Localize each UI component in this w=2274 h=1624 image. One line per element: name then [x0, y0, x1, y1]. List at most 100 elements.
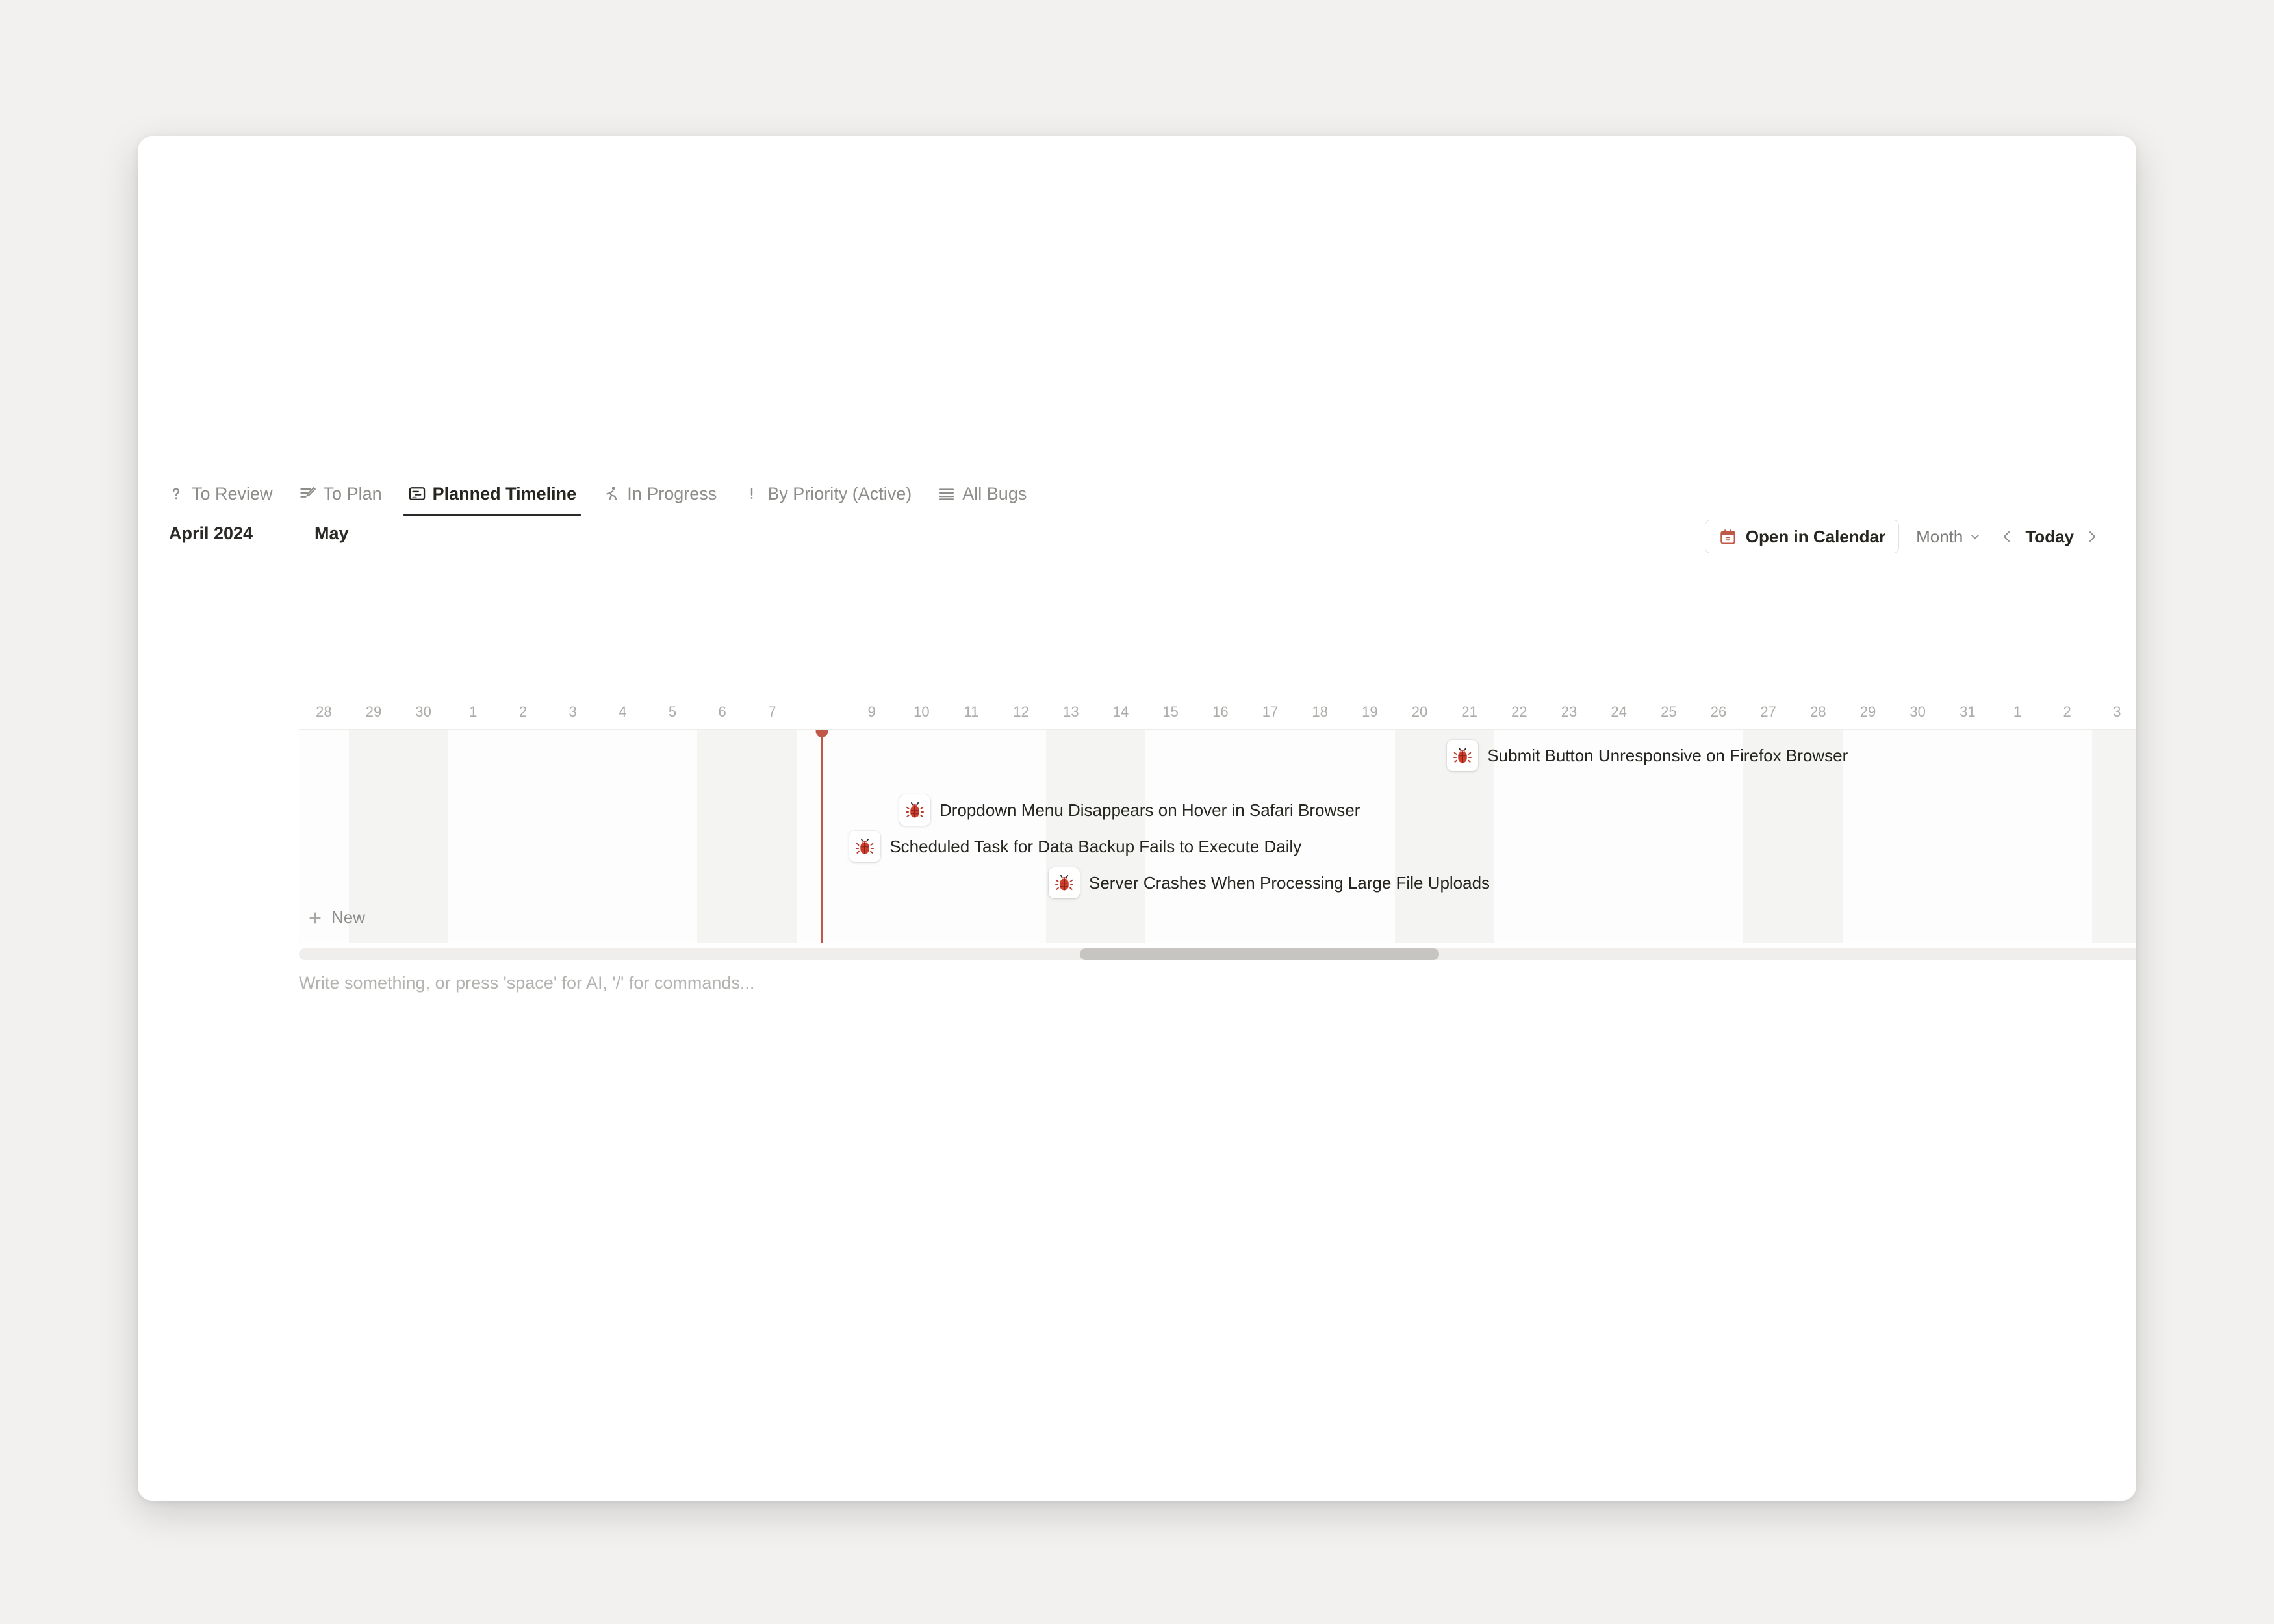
timeline-controls: Open in Calendar Month Today	[1704, 520, 2106, 553]
day-cell[interactable]: 25	[1644, 698, 1694, 726]
timeline-horizontal-scrollbar[interactable]	[299, 948, 2136, 960]
day-number: 22	[1511, 704, 1527, 720]
today-button[interactable]: Today	[2021, 527, 2078, 547]
day-cell[interactable]: 31	[1943, 698, 1993, 726]
day-cell[interactable]: 29	[349, 698, 399, 726]
day-cell[interactable]: 22	[1494, 698, 1544, 726]
timeline-item[interactable]: Scheduled Task for Data Backup Fails to …	[849, 831, 1301, 862]
day-cell[interactable]: 19	[1345, 698, 1395, 726]
day-number: 31	[1960, 704, 1976, 720]
day-number: 3	[568, 704, 577, 720]
tab-by-priority-active[interactable]: By Priority (Active)	[738, 480, 923, 516]
scrollbar-thumb[interactable]	[1079, 948, 1440, 960]
day-cell[interactable]: 26	[1694, 698, 1744, 726]
day-cell[interactable]: 1	[448, 698, 498, 726]
day-cell[interactable]: 28	[1793, 698, 1843, 726]
day-number: 9	[867, 704, 876, 720]
day-cell[interactable]: 15	[1145, 698, 1195, 726]
tab-to-review[interactable]: To Review	[162, 480, 284, 516]
timeline-item[interactable]: Dropdown Menu Disappears on Hover in Saf…	[899, 794, 1360, 826]
day-cell-today[interactable]: 8	[797, 698, 847, 726]
list-pencil-icon	[298, 484, 318, 503]
day-cell[interactable]: 30	[1893, 698, 1943, 726]
day-cell[interactable]: 2	[498, 698, 548, 726]
today-marker-line	[821, 730, 823, 943]
tab-label: By Priority (Active)	[767, 483, 912, 503]
day-cell[interactable]: 7	[747, 698, 797, 726]
day-cell[interactable]: 23	[1544, 698, 1594, 726]
timeline-item-title: Submit Button Unresponsive on Firefox Br…	[1487, 745, 1848, 765]
day-cell[interactable]: 6	[697, 698, 747, 726]
next-period-button[interactable]	[2078, 522, 2106, 551]
previous-period-button[interactable]	[1993, 522, 2021, 551]
tab-planned-timeline[interactable]: Planned Timeline	[403, 480, 588, 516]
editor-placeholder[interactable]: Write something, or press 'space' for AI…	[299, 973, 1988, 1004]
weekend-column	[697, 730, 747, 943]
day-cell[interactable]: 3	[548, 698, 598, 726]
day-number: 28	[1810, 704, 1826, 720]
day-number: 10	[913, 704, 930, 720]
tab-label: In Progress	[627, 483, 717, 503]
day-cell[interactable]: 29	[1843, 698, 1893, 726]
tab-label: To Review	[192, 483, 273, 503]
bug-icon	[899, 794, 930, 826]
day-cell[interactable]: 20	[1395, 698, 1445, 726]
day-number: 2	[518, 704, 528, 720]
day-cell[interactable]: 28	[299, 698, 349, 726]
view-tab-bar: To Review To Plan Planned Timeline In Progr…	[162, 479, 2112, 516]
chevron-down-icon	[1968, 529, 1982, 544]
day-number: 26	[1710, 704, 1727, 720]
app-window: To Review To Plan Planned Timeline In Progr…	[138, 136, 2136, 1501]
day-cell[interactable]: 14	[1096, 698, 1146, 726]
day-cell[interactable]: 4	[598, 698, 648, 726]
day-cell[interactable]: 21	[1444, 698, 1494, 726]
day-cell[interactable]: 9	[847, 698, 897, 726]
tab-label: Planned Timeline	[432, 483, 577, 503]
day-cell[interactable]: 5	[648, 698, 698, 726]
range-select-label: Month	[1916, 526, 1963, 546]
tab-all-bugs[interactable]: All Bugs	[933, 480, 1038, 516]
tab-label: All Bugs	[962, 483, 1027, 503]
day-number: 12	[1013, 704, 1029, 720]
day-number: 23	[1561, 704, 1578, 720]
day-cell[interactable]: 13	[1046, 698, 1096, 726]
timeline-icon	[407, 484, 427, 503]
open-in-calendar-button[interactable]: Open in Calendar	[1704, 520, 1900, 553]
day-cell[interactable]: 1	[1993, 698, 2043, 726]
day-number: 13	[1063, 704, 1079, 720]
range-select[interactable]: Month	[1916, 527, 1982, 547]
day-number: 28	[316, 704, 332, 720]
day-cell[interactable]: 16	[1195, 698, 1246, 726]
day-cell[interactable]: 30	[398, 698, 448, 726]
day-cell[interactable]: 3	[2092, 698, 2136, 726]
active-tab-underline	[403, 514, 581, 516]
tab-to-plan[interactable]: To Plan	[294, 480, 393, 516]
day-number: 19	[1362, 704, 1378, 720]
day-cell[interactable]: 18	[1295, 698, 1345, 726]
tab-in-progress[interactable]: In Progress	[598, 480, 728, 516]
timeline-grid[interactable]: New Submit Button Unresponsive on Firefo…	[299, 729, 2136, 943]
day-number: 15	[1162, 704, 1179, 720]
day-number: 1	[2013, 704, 2022, 720]
day-number: 29	[1859, 704, 1876, 720]
tab-label: To Plan	[323, 483, 382, 503]
plus-icon	[307, 909, 324, 926]
day-number: 16	[1212, 704, 1229, 720]
timeline-item[interactable]: Submit Button Unresponsive on Firefox Br…	[1447, 740, 1848, 771]
day-number: 4	[619, 704, 627, 720]
day-cell[interactable]: 10	[897, 698, 947, 726]
weekend-column	[1394, 730, 1445, 943]
day-cell[interactable]: 2	[2042, 698, 2092, 726]
day-cell[interactable]: 12	[996, 698, 1046, 726]
day-cell[interactable]: 27	[1743, 698, 1793, 726]
day-cell[interactable]: 11	[947, 698, 997, 726]
day-number: 30	[1910, 704, 1926, 720]
day-cell[interactable]: 17	[1246, 698, 1296, 726]
timeline-item[interactable]: Server Crashes When Processing Large Fil…	[1049, 867, 1490, 898]
month-label: May	[314, 524, 349, 543]
day-number: 20	[1411, 704, 1428, 720]
new-item-button[interactable]: New	[307, 907, 365, 928]
day-cell[interactable]: 24	[1594, 698, 1644, 726]
list-lines-icon	[937, 484, 956, 503]
day-number: 18	[1312, 704, 1328, 720]
